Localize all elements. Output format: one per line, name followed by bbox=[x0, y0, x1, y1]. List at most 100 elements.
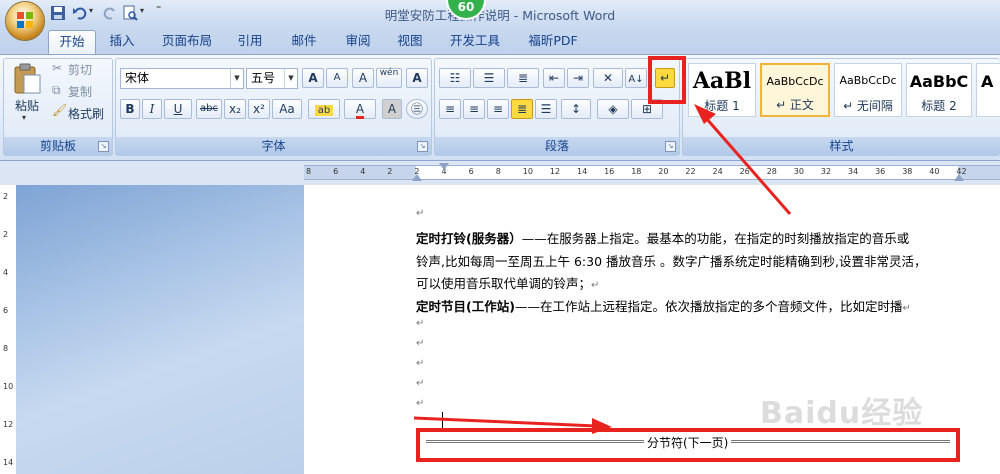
style-normal-name: ↵ 正文 bbox=[776, 98, 814, 112]
borders-icon: ⊞ bbox=[641, 102, 653, 116]
paste-dropdown-icon[interactable]: ▾ bbox=[22, 113, 26, 122]
tab-page-layout[interactable]: 页面布局 bbox=[154, 30, 220, 52]
style-heading-2[interactable]: AaBbC 标题 2 bbox=[906, 63, 972, 117]
tab-developer[interactable]: 开发工具 bbox=[442, 30, 508, 52]
paragraph-mark: ↵ bbox=[416, 378, 425, 389]
right-indent-marker-icon[interactable] bbox=[954, 174, 964, 181]
bold-button[interactable]: B bbox=[120, 99, 140, 119]
shading-button[interactable]: ◈ bbox=[597, 99, 629, 119]
tab-foxit-pdf[interactable]: 福昕PDF bbox=[520, 30, 586, 52]
phonetic-guide-label: wén bbox=[379, 68, 399, 78]
font-size-dropdown-icon[interactable]: ▼ bbox=[284, 69, 297, 88]
align-left-button[interactable]: ≡ bbox=[439, 99, 461, 119]
font-family-dropdown-icon[interactable]: ▼ bbox=[230, 69, 243, 88]
paragraph-1-text: ——在服务器上指定。最基本的功能，在指定的时刻播放指定的音乐或 bbox=[521, 231, 910, 246]
paragraph-2-line-1: 定时节目(工作站)——在工作站上远程指定。依次播放指定的多个音频文件，比如定时播… bbox=[416, 296, 911, 315]
ruler-number: 12 bbox=[549, 167, 561, 176]
style-normal[interactable]: AaBbCcDc ↵ 正文 bbox=[760, 63, 830, 117]
paragraph-1-text-line-3: 可以使用音乐取代单调的铃声； bbox=[416, 276, 592, 291]
vertical-ruler-number: 12 bbox=[3, 420, 14, 429]
style-heading-1[interactable]: AaBl 标题 1 bbox=[688, 63, 756, 117]
subscript-button[interactable]: x₂ bbox=[224, 99, 246, 119]
ruler-number: 18 bbox=[631, 167, 642, 176]
tab-mailings[interactable]: 邮件 bbox=[282, 30, 326, 52]
font-family-combo[interactable]: 宋体 ▼ bbox=[120, 68, 244, 89]
highlight-color-button[interactable]: ab bbox=[308, 99, 340, 119]
font-launcher-icon[interactable]: ↘ bbox=[417, 141, 428, 152]
justify-icon: ≣ bbox=[516, 102, 528, 116]
numbering-button[interactable]: ☰ bbox=[473, 68, 505, 88]
vertical-ruler-number: 2 bbox=[3, 192, 9, 201]
paragraph-mark: ↵ bbox=[416, 358, 425, 369]
clipboard-launcher-icon[interactable]: ↘ bbox=[98, 141, 109, 152]
paragraph-mark: ↵ bbox=[416, 398, 425, 409]
paragraph-launcher-icon[interactable]: ↘ bbox=[665, 141, 676, 152]
paragraph-mark: ↵ bbox=[416, 208, 425, 219]
paragraph-1-line-1: 定时打铃(服务器）——在服务器上指定。最基本的功能，在指定的时刻播放指定的音乐或 bbox=[416, 228, 909, 247]
paragraph-2-text: ——在工作站上远程指定。依次播放指定的多个音频文件，比如定时播 bbox=[514, 299, 903, 314]
align-left-icon: ≡ bbox=[444, 102, 456, 116]
tab-view[interactable]: 视图 bbox=[388, 30, 432, 52]
character-border-label: A bbox=[412, 71, 422, 85]
vertical-ruler-number: 10 bbox=[3, 382, 14, 391]
clear-formatting-icon: A bbox=[358, 71, 368, 85]
ruler-number: 4 bbox=[360, 167, 366, 176]
phonetic-guide-button[interactable]: wén bbox=[376, 68, 402, 88]
left-indent-marker-icon[interactable] bbox=[412, 174, 422, 181]
underline-button[interactable]: U bbox=[164, 99, 192, 119]
cut-button[interactable]: 剪切 bbox=[68, 61, 92, 78]
multilevel-list-button[interactable]: ≣ bbox=[507, 68, 539, 88]
format-painter-button[interactable]: 格式刷 bbox=[68, 105, 104, 122]
increase-indent-button[interactable]: ⇥ bbox=[567, 68, 589, 88]
line-spacing-button[interactable]: ↕ bbox=[561, 99, 591, 119]
underline-label: U bbox=[173, 102, 183, 116]
tab-references[interactable]: 引用 bbox=[228, 30, 272, 52]
shrink-font-button[interactable]: A bbox=[326, 68, 348, 88]
numbering-icon: ☰ bbox=[483, 71, 495, 85]
tab-insert[interactable]: 插入 bbox=[100, 30, 144, 52]
paste-button[interactable]: 粘贴 bbox=[10, 97, 44, 114]
annotation-box-section-break bbox=[416, 428, 960, 462]
ruler-number: 40 bbox=[929, 167, 940, 176]
font-color-button[interactable]: A bbox=[344, 99, 376, 119]
style-heading-2-sample: AaBbC bbox=[909, 72, 969, 91]
style-next-partial[interactable]: A bbox=[976, 63, 1000, 117]
chinese-layout-button[interactable]: ✕ bbox=[593, 68, 623, 88]
vertical-ruler-number: 14 bbox=[3, 458, 14, 467]
character-border-button[interactable]: A bbox=[406, 68, 428, 88]
superscript-button[interactable]: x² bbox=[248, 99, 270, 119]
paragraph-2-heading: 定时节目(工作站) bbox=[416, 299, 515, 314]
clipboard-group-label: 剪贴板 bbox=[4, 137, 112, 155]
office-button[interactable] bbox=[6, 2, 44, 40]
strikethrough-label: abc bbox=[200, 103, 218, 114]
align-right-button[interactable]: ≡ bbox=[487, 99, 509, 119]
sort-button[interactable]: A↓ bbox=[625, 68, 647, 88]
bullets-button[interactable]: ☷ bbox=[439, 68, 471, 88]
tab-review[interactable]: 审阅 bbox=[336, 30, 380, 52]
paragraph-group: ☷ ☰ ≣ ⇤ ⇥ ✕ A↓ ↵ ≡ ≡ ≡ ≣ ☰ ↕ ◈ ⊞ 段落 ↘ bbox=[434, 58, 680, 156]
tab-home[interactable]: 开始 bbox=[48, 30, 96, 55]
enclose-characters-icon: ㊂ bbox=[410, 102, 423, 116]
font-size-combo[interactable]: 五号 ▼ bbox=[246, 68, 298, 89]
sort-icon: A↓ bbox=[628, 74, 644, 85]
strikethrough-button[interactable]: abc bbox=[196, 99, 222, 119]
copy-button[interactable]: 复制 bbox=[68, 83, 92, 100]
change-case-button[interactable]: Aa bbox=[272, 99, 302, 119]
enclose-characters-button[interactable]: ㊂ bbox=[406, 99, 428, 119]
decrease-indent-button[interactable]: ⇤ bbox=[543, 68, 565, 88]
character-shading-button[interactable]: A bbox=[382, 99, 402, 119]
style-no-spacing[interactable]: AaBbCcDc ↵ 无间隔 bbox=[834, 63, 902, 117]
clear-formatting-button[interactable]: A bbox=[352, 68, 374, 88]
vertical-ruler[interactable] bbox=[0, 185, 17, 474]
window-title: 明堂安防工程操作说明 - Microsoft Word bbox=[384, 8, 616, 23]
multilevel-list-icon: ≣ bbox=[517, 71, 529, 85]
ruler-number: 2 bbox=[387, 167, 393, 176]
grow-font-button[interactable]: A bbox=[302, 68, 324, 88]
first-line-indent-marker-icon[interactable] bbox=[439, 163, 449, 170]
align-center-button[interactable]: ≡ bbox=[463, 99, 485, 119]
distributed-button[interactable]: ☰ bbox=[535, 99, 557, 119]
ruler-number: 24 bbox=[712, 167, 723, 176]
ruler-number: 16 bbox=[604, 167, 615, 176]
italic-button[interactable]: I bbox=[142, 99, 162, 119]
justify-button[interactable]: ≣ bbox=[511, 99, 533, 119]
